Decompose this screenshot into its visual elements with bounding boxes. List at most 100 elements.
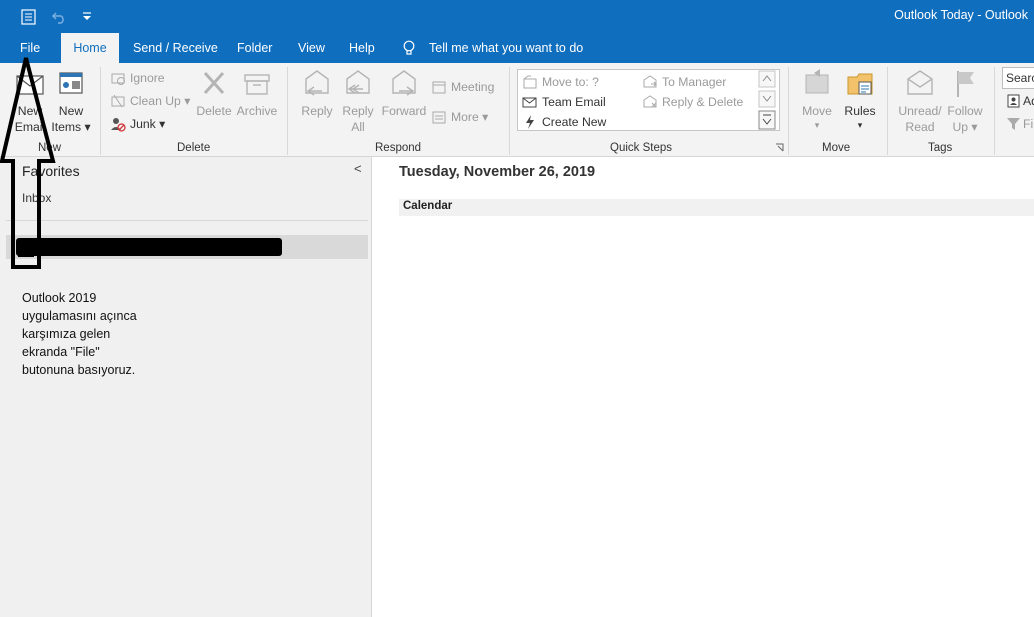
junk-icon (111, 118, 126, 132)
calendar-label[interactable]: Calendar (403, 200, 452, 212)
quick-step-move-to[interactable]: Move to: ? (522, 73, 599, 91)
meeting-icon (432, 81, 446, 94)
redaction-mark (16, 238, 282, 256)
unread-label-2: Read (905, 120, 935, 134)
reply-button[interactable]: Reply (298, 67, 336, 119)
reply-all-label-1: Reply (342, 104, 374, 118)
rules-button[interactable]: Rules ▾ (840, 67, 880, 131)
new-items-icon (59, 72, 83, 94)
tab-send-receive[interactable]: Send / Receive (121, 33, 230, 63)
more-label: More ▾ (451, 110, 489, 124)
meeting-button[interactable]: Meeting (431, 78, 494, 96)
new-email-button[interactable]: New Email (10, 67, 50, 135)
new-items-button[interactable]: New Items ▾ (50, 67, 92, 135)
reply-delete-label: Reply & Delete (662, 95, 744, 109)
outlook-window: Outlook Today - Outlook File Home Send /… (0, 0, 1034, 617)
unread-label-1: Unread/ (898, 104, 942, 118)
reply-all-label-2: All (351, 120, 365, 134)
follow-up-label-1: Follow (947, 104, 983, 118)
archive-label: Archive (236, 104, 278, 118)
follow-up-button[interactable]: Follow Up ▾ (944, 67, 986, 135)
group-label-tags: Tags (928, 142, 953, 154)
new-email-label-1: New (17, 104, 43, 118)
filter-label: Fi (1023, 117, 1034, 131)
quick-step-reply-delete[interactable]: Reply & Delete (642, 93, 743, 111)
address-book-icon (1007, 94, 1020, 108)
folder-inbox[interactable]: Inbox (22, 191, 51, 205)
calendar-section-header: Calendar (399, 199, 1034, 216)
clean-up-button[interactable]: Clean Up ▾ (110, 92, 190, 110)
divider (6, 220, 368, 221)
move-dropdown-arrow: ▾ (814, 120, 820, 130)
tab-home[interactable]: Home (61, 33, 119, 63)
new-email-label-2: Email (14, 120, 46, 134)
move-icon (805, 69, 829, 94)
group-separator (509, 67, 510, 155)
title-bar: Outlook Today - Outlook (0, 0, 1034, 33)
collapse-pane-icon[interactable]: < (354, 161, 362, 176)
delete-icon (203, 71, 225, 95)
quick-step-to-manager[interactable]: To Manager (642, 73, 726, 91)
archive-icon (244, 74, 270, 95)
quick-steps-gallery: Move to: ? Team Email Create New To Mana… (517, 69, 780, 131)
ignore-label: Ignore (130, 71, 165, 85)
reply-all-button[interactable]: Reply All (339, 67, 377, 135)
move-to-label: Move to: ? (542, 75, 599, 89)
more-respond-button[interactable]: More ▾ (431, 108, 488, 126)
tab-view[interactable]: View (286, 33, 337, 63)
quick-step-create-new[interactable]: Create New (522, 113, 606, 131)
move-button[interactable]: Move ▾ (797, 67, 837, 131)
reply-icon (305, 70, 329, 96)
search-people-input[interactable]: Search People (1002, 67, 1034, 89)
unread-read-button[interactable]: Unread/ Read (896, 67, 944, 135)
tab-file[interactable]: File (8, 33, 52, 63)
address-book-button[interactable]: Ad (1006, 92, 1034, 110)
delete-label: Delete (196, 104, 232, 118)
junk-button[interactable]: Junk ▾ (110, 115, 165, 133)
group-separator (994, 67, 995, 155)
unread-read-icon (907, 70, 933, 95)
tab-help[interactable]: Help (337, 33, 387, 63)
tab-folder[interactable]: Folder (225, 33, 284, 63)
forward-button[interactable]: Forward (380, 67, 428, 119)
group-label-respond: Respond (375, 142, 422, 154)
clean-up-icon (111, 94, 125, 108)
ignore-button[interactable]: Ignore (110, 69, 165, 87)
group-label-new: New (38, 142, 62, 154)
filter-email-button[interactable]: Fi (1006, 115, 1033, 133)
customize-quick-access-icon[interactable] (78, 8, 96, 26)
quick-step-team-email[interactable]: Team Email (522, 93, 606, 111)
dialog-launcher-icon[interactable] (775, 143, 784, 152)
rules-dropdown-arrow: ▾ (857, 120, 863, 130)
team-email-label: Team Email (542, 95, 606, 109)
tell-me-label: Tell me what you want to do (429, 41, 584, 55)
forward-label: Forward (381, 104, 427, 118)
group-separator (887, 67, 888, 155)
group-label-delete: Delete (177, 142, 211, 154)
reply-all-icon (346, 70, 370, 94)
archive-button[interactable]: Archive (235, 67, 279, 119)
ignore-icon (111, 73, 125, 85)
group-label-move: Move (822, 142, 851, 154)
rules-icon (847, 73, 873, 95)
quick-steps-scroll[interactable] (757, 69, 779, 131)
ribbon-home: New Email New Items ▾ New Ignore Clean U… (0, 63, 1034, 157)
delete-button[interactable]: Delete (194, 67, 234, 119)
reply-delete-icon (643, 95, 657, 108)
favorites-header[interactable]: Favorites (22, 163, 80, 179)
forward-icon (392, 70, 416, 96)
new-items-label-1: New (58, 104, 84, 118)
follow-up-label-2: Up ▾ (952, 120, 978, 134)
undo-icon[interactable] (50, 8, 68, 26)
filter-icon (1007, 118, 1020, 130)
move-to-folder-icon (523, 75, 537, 89)
meeting-label: Meeting (451, 80, 495, 94)
tutorial-caption: Outlook 2019 uygulamasını açınca karşımı… (22, 291, 137, 377)
group-separator (788, 67, 789, 155)
lightbulb-icon (403, 40, 415, 55)
to-manager-icon (643, 75, 657, 88)
send-receive-all-icon[interactable] (20, 8, 38, 26)
flag-icon (957, 71, 974, 97)
rules-label: Rules (844, 104, 876, 118)
tell-me-search[interactable]: Tell me what you want to do (400, 33, 583, 63)
